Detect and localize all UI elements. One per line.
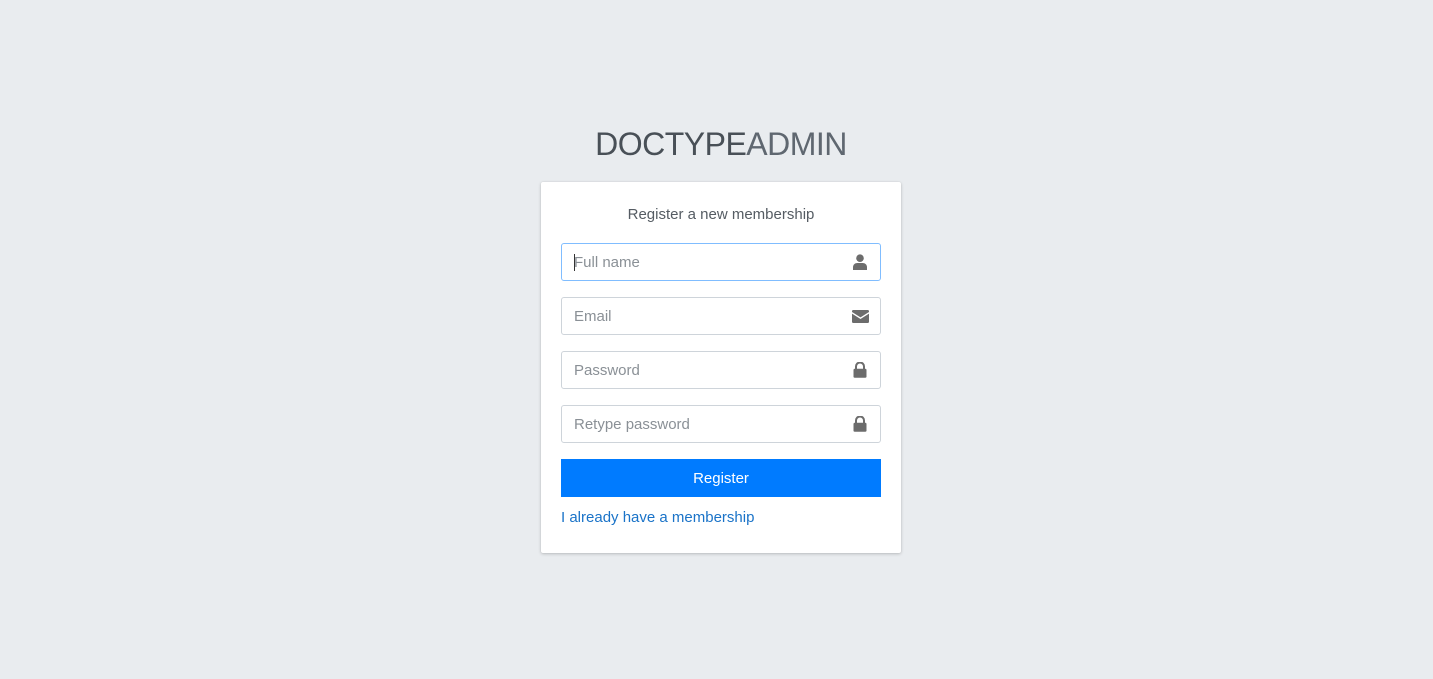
lock-icon — [840, 406, 880, 442]
email-group — [561, 297, 881, 335]
text-caret — [574, 254, 575, 271]
email-input[interactable] — [562, 298, 840, 334]
full-name-input[interactable] — [562, 244, 840, 280]
register-card: Register a new membership Full name Emai… — [541, 182, 901, 553]
logo-light-text: ADMIN — [746, 126, 847, 162]
register-message: Register a new membership — [627, 206, 815, 223]
retype-password-group — [561, 405, 881, 443]
password-input[interactable] — [562, 352, 840, 388]
login-link[interactable]: I already have a membership — [561, 509, 754, 526]
password-group — [561, 351, 881, 389]
logo-bold-text: DOCTYPE — [595, 126, 747, 162]
full-name-group — [561, 243, 881, 281]
register-button[interactable]: Register — [561, 459, 881, 497]
envelope-icon — [840, 298, 880, 334]
lock-icon — [840, 352, 880, 388]
register-box: DOCTYPEADMIN Register a new membership F… — [541, 122, 901, 553]
user-icon — [840, 244, 880, 280]
retype-password-input[interactable] — [562, 406, 840, 442]
app-logo[interactable]: DOCTYPEADMIN — [541, 122, 901, 182]
